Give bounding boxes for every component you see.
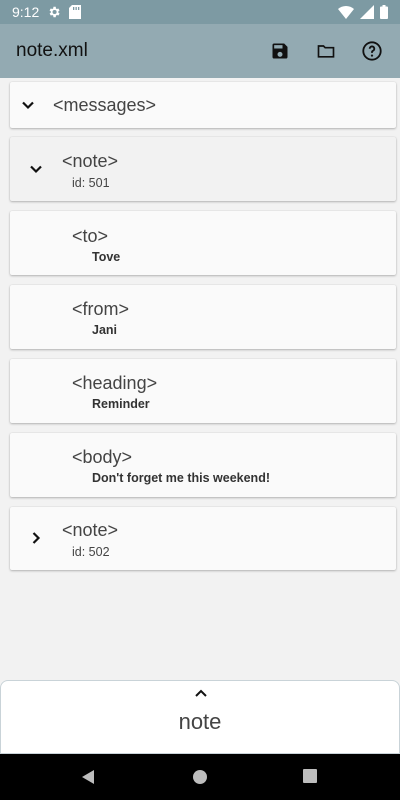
help-icon[interactable]: [360, 39, 384, 63]
node-tag: <body>: [72, 447, 133, 467]
tree-node-note-502[interactable]: <note> id: 502: [10, 507, 396, 570]
node-tag: <to>: [72, 226, 109, 246]
node-tag: <messages>: [53, 95, 157, 115]
tree-node-heading[interactable]: <heading> Reminder: [10, 359, 396, 423]
bottom-sheet-title: note: [178, 709, 222, 734]
sd-card-icon: [69, 5, 82, 19]
app-actions: [268, 39, 384, 63]
app-bar: note.xml: [0, 24, 400, 78]
bottom-sheet[interactable]: note: [0, 680, 400, 754]
node-value: Reminder: [92, 397, 150, 411]
gear-icon: [47, 5, 61, 19]
xml-tree: <messages> <note> id: 501 <to> Tove <fro…: [0, 78, 400, 680]
save-icon[interactable]: [268, 39, 292, 63]
navigation-bar: [0, 754, 400, 800]
home-icon[interactable]: [192, 769, 208, 785]
status-bar: 9:12: [0, 0, 400, 24]
tree-node-to[interactable]: <to> Tove: [10, 211, 396, 275]
chevron-down-icon[interactable]: [28, 161, 44, 177]
folder-icon[interactable]: [314, 39, 338, 63]
node-tag: <note>: [62, 151, 119, 171]
battery-icon: [380, 5, 388, 19]
tree-node-messages[interactable]: <messages>: [10, 82, 396, 128]
node-attribute: id: 502: [72, 545, 110, 559]
back-icon[interactable]: [80, 769, 96, 785]
chevron-up-icon[interactable]: [193, 687, 209, 699]
chevron-right-icon[interactable]: [28, 530, 44, 546]
tree-node-body[interactable]: <body> Don't forget me this weekend!: [10, 433, 396, 497]
tree-node-from[interactable]: <from> Jani: [10, 285, 396, 349]
node-attribute: id: 501: [72, 176, 110, 190]
node-value: Tove: [92, 250, 121, 264]
node-tag: <note>: [62, 520, 119, 540]
status-time: 9:12: [12, 4, 40, 20]
node-tag: <from>: [72, 299, 130, 319]
app-title: note.xml: [16, 40, 88, 61]
node-value: Jani: [92, 323, 118, 337]
node-value: Don't forget me this weekend!: [92, 471, 270, 485]
wifi-icon: [338, 5, 354, 19]
recents-icon[interactable]: [303, 769, 317, 783]
tree-node-note-501[interactable]: <note> id: 501: [10, 137, 396, 201]
chevron-down-icon[interactable]: [20, 97, 36, 113]
node-tag: <heading>: [72, 373, 158, 393]
signal-icon: [360, 5, 374, 19]
